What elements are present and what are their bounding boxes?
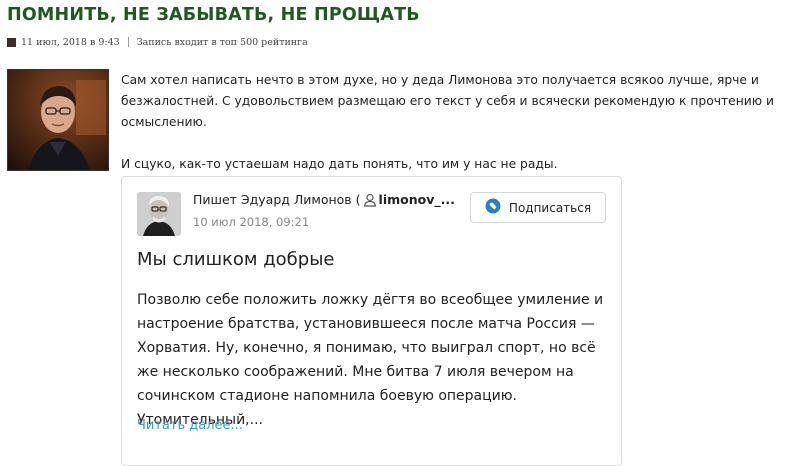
post-title[interactable]: ПОМНИТЬ, НЕ ЗАБЫВАТЬ, НЕ ПРОЩАТЬ — [7, 5, 420, 25]
embedded-post-card: Пишет Эдуард Лимонов ( limonov_... 10 ию… — [121, 176, 622, 466]
post-paragraph: Сам хотел написать нечто в этом духе, но… — [121, 73, 775, 129]
author-photo — [137, 192, 181, 236]
avatar-photo — [8, 70, 108, 170]
embed-title[interactable]: Мы слишком добрые — [137, 249, 335, 270]
post-body: Сам хотел написать нечто в этом духе, но… — [121, 70, 796, 175]
user-icon — [363, 193, 377, 207]
subscribe-button[interactable]: Подписаться — [470, 192, 606, 223]
author-handle[interactable]: limonov_... — [379, 192, 455, 207]
post-marker-icon — [7, 37, 16, 47]
rating-note[interactable]: Запись входит в топ 500 рейтинга — [137, 37, 308, 48]
post-paragraph: И сцуко, как-то устаешам надо дать понят… — [121, 157, 558, 171]
post-date[interactable]: 11 июл, 2018 в 9:43 — [21, 37, 120, 48]
read-more-link[interactable]: Читать далее... — [137, 418, 243, 433]
post-meta: 11 июл, 2018 в 9:43 Запись входит в топ … — [7, 36, 308, 48]
embed-date[interactable]: 10 июл 2018, 09:21 — [193, 215, 309, 229]
author-avatar[interactable] — [137, 192, 181, 236]
subscribe-icon — [485, 198, 501, 217]
embed-body: Позволю себе положить ложку дёгтя во все… — [137, 292, 604, 428]
author-prefix: Пишет Эдуард Лимонов ( — [193, 192, 361, 207]
subscribe-label: Подписаться — [508, 200, 592, 215]
meta-divider — [127, 37, 129, 47]
embed-author[interactable]: Пишет Эдуард Лимонов ( limonov_... — [193, 192, 455, 207]
user-avatar[interactable] — [7, 69, 109, 171]
